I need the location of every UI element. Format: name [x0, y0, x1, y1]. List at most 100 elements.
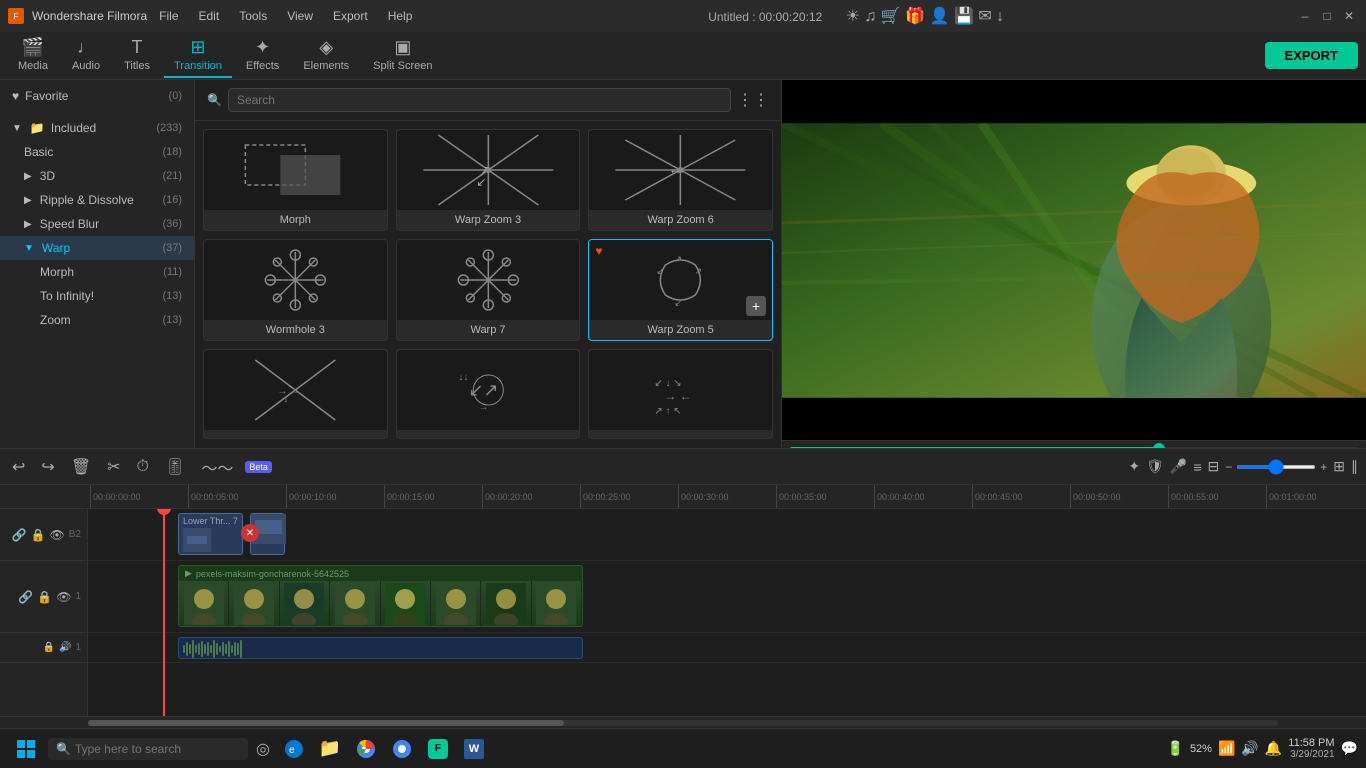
sidebar-item-included[interactable]: ▼ 📁 Included (233) — [0, 116, 194, 140]
track-b2-lock-icon[interactable]: 🔒 — [31, 528, 46, 542]
redo-button[interactable]: ↪ — [37, 455, 58, 479]
collapse-button[interactable]: ∥ — [1351, 458, 1358, 475]
menu-help[interactable]: Help — [384, 7, 417, 25]
zoom-in-icon[interactable]: + — [1320, 460, 1327, 474]
menu-export[interactable]: Export — [329, 7, 372, 25]
maximize-button[interactable]: □ — [1318, 7, 1336, 25]
titles-icon: T — [132, 37, 143, 58]
taskbar-search[interactable]: 🔍 — [48, 738, 248, 760]
toolbar-transition[interactable]: ⊞ Transition — [164, 33, 232, 78]
transition-card-warpzoom3[interactable]: ↗ ↙ Warp Zoom 3 — [396, 129, 581, 231]
sidebar-favorite-label: Favorite — [25, 89, 68, 103]
sidebar-item-3d[interactable]: ▶ 3D (21) — [0, 164, 194, 188]
toolbar-effects[interactable]: ✦ Effects — [236, 33, 289, 78]
horizontal-scrollbar[interactable] — [0, 716, 1366, 728]
zoom-range[interactable] — [1236, 465, 1316, 469]
cut-button[interactable]: ✂ — [103, 455, 124, 479]
scroll-thumb[interactable] — [88, 720, 564, 726]
toolbar-splitscreen[interactable]: ▣ Split Screen — [363, 33, 442, 78]
minimize-button[interactable]: – — [1296, 7, 1314, 25]
close-button[interactable]: ✕ — [1340, 7, 1358, 25]
transition-card-row3-3[interactable]: ↙ ↓ ↘ → ← ↗ ↑ ↖ — [588, 349, 773, 439]
toolbar-titles[interactable]: T Titles — [114, 33, 160, 78]
track-1-lock-icon[interactable]: 🔒 — [37, 590, 52, 604]
notification-icon[interactable]: 🔔 — [1265, 740, 1282, 757]
sidebar-item-morph[interactable]: Morph (11) — [0, 260, 194, 284]
split-button[interactable]: ⊟ — [1208, 458, 1220, 475]
svg-text:↙: ↙ — [476, 175, 486, 189]
transition-thumb-row3-1: ↓ → ← — [204, 350, 387, 430]
taskbar-app-files[interactable]: 📁 — [314, 733, 346, 765]
sidebar-item-basic[interactable]: Basic (18) — [0, 140, 194, 164]
taskbar-app-chrome1[interactable] — [350, 733, 382, 765]
shield-button[interactable]: 🛡 — [1146, 458, 1164, 475]
sidebar-item-favorite[interactable]: ♥ Favorite (0) — [0, 84, 194, 108]
taskbar-app-chrome2[interactable] — [386, 733, 418, 765]
taskbar-app-word[interactable]: W — [458, 733, 490, 765]
export-button[interactable]: EXPORT — [1265, 42, 1358, 69]
track-1-eye-icon[interactable]: 👁 — [56, 590, 71, 604]
taskbar-app-filmora[interactable]: F — [422, 733, 454, 765]
transition-card-wormhole3[interactable]: Wormhole 3 — [203, 239, 388, 341]
transition-card-morph[interactable]: Morph — [203, 129, 388, 231]
svg-text:→: → — [277, 386, 287, 397]
start-button[interactable] — [8, 731, 44, 767]
track-header-audio: 🔒 🔊 1 — [0, 633, 87, 663]
track-b2-snap-icon[interactable]: 🔗 — [12, 528, 27, 542]
taskbar-app-edge[interactable]: e — [278, 733, 310, 765]
toolbar-elements[interactable]: ◈ Elements — [293, 33, 359, 78]
track-b2-eye-icon[interactable]: 👁 — [50, 528, 65, 542]
filmora-taskbar-icon: F — [428, 739, 448, 759]
grid-options-button[interactable]: ⋮⋮ — [737, 90, 769, 110]
toolbar: 🎬 Media ♩ Audio T Titles ⊞ Transition ✦ … — [0, 32, 1366, 80]
add-to-timeline-button[interactable]: + — [746, 296, 766, 316]
transition-card-warpzoom5[interactable]: ♥ ↗ ↗ ↙ ↙ + Warp Zoom 5 — [588, 239, 773, 341]
fx-button[interactable]: ✦ — [1128, 458, 1140, 475]
transition-card-row3-1[interactable]: ↓ → ← — [203, 349, 388, 439]
sidebar-item-zoom[interactable]: Zoom (13) — [0, 308, 194, 332]
delete-button[interactable]: 🗑 — [67, 455, 95, 479]
mic-button[interactable]: 🎤 — [1170, 458, 1187, 475]
audio-mix-button[interactable]: 🎚 — [161, 455, 189, 479]
menu-tools[interactable]: Tools — [235, 7, 271, 25]
menu-edit[interactable]: Edit — [195, 7, 224, 25]
clock-display: 11:58 PM 3/29/2021 — [1288, 737, 1334, 760]
cortana-button[interactable]: ◎ — [252, 739, 274, 759]
zoom-slider: − + — [1225, 460, 1327, 474]
track-audio-lock-icon[interactable]: 🔒 — [43, 642, 55, 653]
sidebar-item-speedblur[interactable]: ▶ Speed Blur (36) — [0, 212, 194, 236]
track-audio-vol-icon[interactable]: 🔊 — [59, 642, 71, 653]
undo-button[interactable]: ↩ — [8, 455, 29, 479]
subtitle-button[interactable]: ≡ — [1193, 459, 1201, 475]
video-clip-1[interactable]: ▶ pexels-maksim-goncharenok-5642525 — [178, 565, 583, 627]
sidebar-item-warp[interactable]: ▼ Warp (37) — [0, 236, 194, 260]
sidebar-item-toinfinity[interactable]: To Infinity! (13) — [0, 284, 194, 308]
transition-card-warpzoom6[interactable]: ↔ Warp Zoom 6 — [588, 129, 773, 231]
video-clip-label: pexels-maksim-goncharenok-5642525 — [196, 569, 349, 579]
timeline-ruler: 00:00:00:00 00:00:05:00 00:00:10:00 00:0… — [0, 485, 1366, 509]
notification-panel-icon[interactable]: 💬 — [1341, 740, 1358, 757]
svg-text:↙ ↓ ↘: ↙ ↓ ↘ — [655, 378, 682, 389]
waveform-button[interactable]: 〜〜 — [197, 453, 237, 481]
expand-button[interactable]: ⊞ — [1333, 458, 1345, 475]
duration-button[interactable]: ⏱ — [133, 456, 153, 478]
search-input[interactable] — [228, 88, 731, 112]
transition-card-row3-2[interactable]: ↙↗ ↓↓ → — [396, 349, 581, 439]
toolbar-audio[interactable]: ♩ Audio — [62, 33, 110, 78]
track-header-b2: 🔗 🔒 👁 B2 — [0, 509, 87, 561]
transition-marker[interactable]: ✕ — [241, 524, 259, 542]
title-clip-1[interactable]: Lower Thr... 7 — [178, 513, 243, 555]
frame-3 — [280, 581, 330, 627]
zoom-out-icon[interactable]: − — [1225, 460, 1232, 474]
ruler-mark-45: 00:00:45:00 — [972, 485, 1070, 509]
track-header-1: 🔗 🔒 👁 1 — [0, 561, 87, 633]
menu-view[interactable]: View — [283, 7, 317, 25]
taskbar-search-input[interactable] — [75, 742, 240, 756]
transition-card-warp7[interactable]: Warp 7 — [396, 239, 581, 341]
audio-clip-1[interactable] — [178, 637, 583, 659]
svg-text:↗: ↗ — [695, 266, 703, 276]
menu-file[interactable]: File — [155, 7, 182, 25]
toolbar-media[interactable]: 🎬 Media — [8, 33, 58, 78]
sidebar-item-ripple[interactable]: ▶ Ripple & Dissolve (16) — [0, 188, 194, 212]
track-1-snap-icon[interactable]: 🔗 — [18, 590, 33, 604]
